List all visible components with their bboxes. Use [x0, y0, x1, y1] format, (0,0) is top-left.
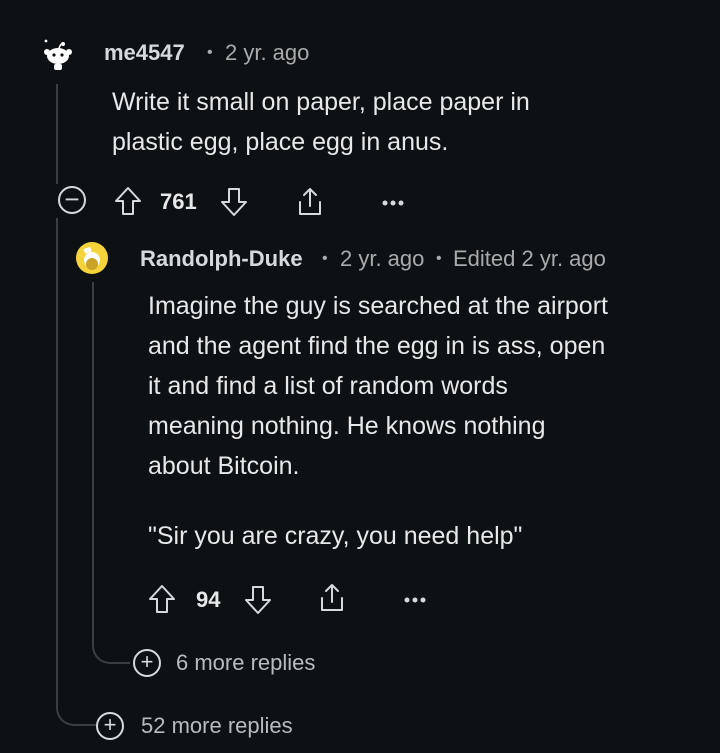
- reddit-snoo-icon: [44, 39, 72, 70]
- expand-top-replies-button[interactable]: +: [96, 712, 124, 740]
- share-icon[interactable]: [294, 186, 326, 218]
- comment2-body-line: and the agent find the egg in is ass, op…: [148, 332, 606, 360]
- meta-separator: •: [436, 250, 442, 267]
- comment2-body-line: meaning nothing. He knows nothing: [148, 412, 546, 440]
- comment1-body-line: plastic egg, place egg in anus.: [112, 128, 449, 156]
- thread-line-main: [56, 84, 58, 184]
- avatar-icon: [76, 242, 108, 274]
- meta-separator: •: [207, 44, 213, 61]
- comment2-quote: "Sir you are crazy, you need help": [148, 522, 523, 550]
- comment2-time: 2 yr. ago: [340, 246, 425, 271]
- comment2-edited: Edited 2 yr. ago: [453, 246, 606, 271]
- top-more-replies-link[interactable]: 52 more replies: [141, 713, 293, 739]
- meta-separator: •: [322, 250, 328, 267]
- nested-more-replies-link[interactable]: 6 more replies: [176, 650, 315, 676]
- comment1-username[interactable]: me4547: [104, 40, 185, 66]
- collapse-button[interactable]: −: [58, 186, 86, 214]
- comment2-username[interactable]: Randolph-Duke: [140, 246, 303, 272]
- comment1-vote-count: 761: [160, 189, 197, 214]
- comment2-body: Imagine the guy is searched at the airpo…: [148, 286, 608, 556]
- comment2-body-line: about Bitcoin.: [148, 452, 300, 480]
- comment1-body: Write it small on paper, place paper in …: [112, 82, 530, 162]
- plus-circle-icon: +: [140, 649, 154, 674]
- comment1-time: 2 yr. ago: [225, 40, 310, 65]
- ellipsis-icon[interactable]: [382, 199, 404, 207]
- upvote-icon[interactable]: [148, 584, 176, 614]
- thread-curve-top: [56, 686, 96, 726]
- share-icon[interactable]: [316, 582, 348, 614]
- downvote-icon[interactable]: [220, 187, 248, 217]
- avatar-me4547[interactable]: [42, 38, 74, 70]
- avatar-randolph-duke[interactable]: [76, 242, 108, 274]
- expand-nested-replies-button[interactable]: +: [133, 649, 161, 677]
- downvote-icon[interactable]: [244, 585, 272, 615]
- ellipsis-icon[interactable]: [404, 596, 426, 604]
- thread-curve-nested: [92, 622, 130, 664]
- minus-circle-icon: −: [64, 183, 80, 214]
- comment2-vote-count: 94: [196, 587, 221, 612]
- plus-circle-icon: +: [103, 712, 117, 737]
- upvote-icon[interactable]: [114, 186, 142, 216]
- thread-line-main-lower: [56, 218, 58, 688]
- comment2-body-line: it and find a list of random words: [148, 372, 508, 400]
- comment1-body-line: Write it small on paper, place paper in: [112, 88, 530, 116]
- thread-line-nested: [92, 282, 94, 622]
- comment2-body-line: Imagine the guy is searched at the airpo…: [148, 292, 608, 320]
